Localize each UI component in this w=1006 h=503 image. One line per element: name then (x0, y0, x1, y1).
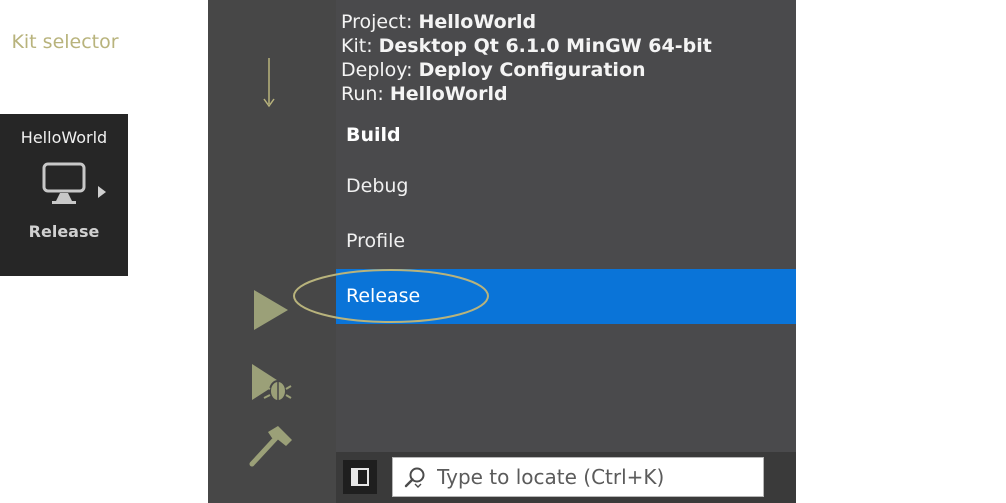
run-label: Run: (341, 83, 384, 105)
build-option-release[interactable]: Release (336, 269, 796, 324)
run-icon[interactable] (250, 288, 290, 332)
chevron-right-icon (98, 186, 106, 198)
debug-run-icon[interactable] (248, 362, 292, 404)
project-info-line: Project: HelloWorld (341, 10, 712, 34)
deploy-info-line: Deploy: Deploy Configuration (341, 58, 712, 82)
search-icon (404, 467, 425, 488)
kit-info-line: Kit: Desktop Qt 6.1.0 MinGW 64-bit (341, 34, 712, 58)
build-section-title: Build (346, 124, 401, 146)
run-info-line: Run: HelloWorld (341, 82, 712, 106)
kit-info-block: Project: HelloWorld Kit: Desktop Qt 6.1.… (341, 10, 712, 106)
screenshot-root: Kit selector HelloWorld Release Project:… (0, 0, 1006, 503)
locator-input[interactable] (437, 463, 755, 491)
locator-field[interactable] (392, 457, 764, 497)
kit-value: Desktop Qt 6.1.0 MinGW 64-bit (378, 35, 712, 57)
deploy-value: Deploy Configuration (418, 59, 646, 81)
project-value: HelloWorld (418, 11, 537, 33)
run-value: HelloWorld (389, 83, 508, 105)
sidebar-toggle-icon[interactable] (343, 460, 377, 494)
kit-selector-annotation: Kit selector (11, 31, 119, 53)
kit-build-config: Release (28, 222, 100, 241)
hammer-icon[interactable] (246, 424, 294, 468)
build-option-profile[interactable]: Profile (336, 214, 796, 269)
build-option-debug[interactable]: Debug (336, 159, 796, 214)
kit-selector-arrow-icon (263, 58, 275, 108)
project-label: Project: (341, 11, 413, 33)
monitor-icon (42, 162, 86, 204)
kit-label: Kit: (341, 35, 373, 57)
kit-selector-button[interactable]: HelloWorld Release (0, 114, 128, 276)
deploy-label: Deploy: (341, 59, 413, 81)
kit-project-name: HelloWorld (20, 128, 108, 147)
